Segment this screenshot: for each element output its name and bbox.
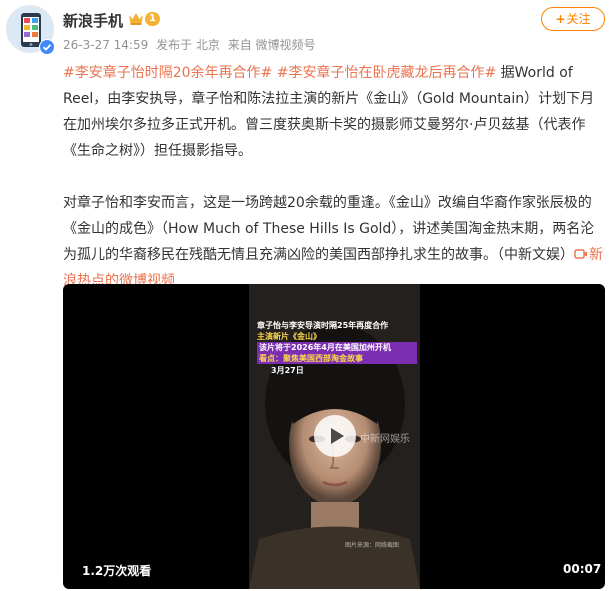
caption-line-1: 章子怡与李安导演时隔25年再度合作: [257, 321, 389, 330]
post-paragraph-2: 对章子怡和李安而言，这是一场跨越20余载的重逢。《金山》改编自华裔作家张辰极的《…: [63, 190, 608, 294]
post-time[interactable]: 26-3-27 14:59: [63, 38, 148, 52]
post-location: 发布于 北京: [156, 38, 220, 52]
follow-button[interactable]: +关注: [541, 7, 605, 31]
verified-badge-icon: [39, 39, 55, 55]
plus-icon: +: [555, 12, 566, 26]
video-duration: 00:07: [563, 562, 602, 576]
topic-link-1[interactable]: #李安章子怡时隔20余年再合作#: [63, 65, 272, 81]
post-header: 新浪手机 1 26-3-27 14:59 发布于 北京 来自 微博视频号 +关注: [0, 0, 613, 60]
video-date-tag: 3月27日: [271, 366, 304, 375]
video-credit: 图片来源：网络截图: [345, 542, 400, 549]
video-link-icon: [574, 249, 587, 259]
video-player[interactable]: 章子怡与李安导演时隔25年再度合作 主演新片《金山》 该片将于2026年4月在美…: [63, 284, 605, 589]
post-paragraph-1: #李安章子怡时隔20余年再合作# #李安章子怡在卧虎藏龙后再合作# 据World…: [63, 60, 608, 164]
paragraph-2-text: 对章子怡和李安而言，这是一场跨越20余载的重逢。《金山》改编自华裔作家张辰极的《…: [63, 195, 595, 263]
follow-label: 关注: [566, 12, 591, 26]
level-badge: 1: [145, 12, 160, 26]
topic-link-2[interactable]: #李安章子怡在卧虎藏龙后再合作#: [277, 65, 496, 81]
crown-icon: [129, 13, 143, 25]
caption-line-4: 看点：聚焦美国西部淘金故事: [257, 353, 417, 364]
video-caption: 章子怡与李安导演时隔25年再度合作 主演新片《金山》 该片将于2026年4月在美…: [257, 320, 417, 364]
caption-line-3: 该片将于2026年4月在美国加州开机: [257, 342, 417, 353]
play-button[interactable]: [314, 415, 356, 457]
video-watermark: 中新网娱乐: [360, 434, 410, 445]
view-count: 1.2万次观看: [82, 564, 152, 578]
author-name[interactable]: 新浪手机: [63, 10, 123, 31]
post-source[interactable]: 来自 微博视频号: [228, 38, 316, 52]
play-icon: [331, 428, 344, 444]
post-meta: 26-3-27 14:59 发布于 北京 来自 微博视频号: [63, 36, 320, 53]
caption-line-2: 主演新片《金山》: [257, 332, 321, 341]
post-content: #李安章子怡时隔20余年再合作# #李安章子怡在卧虎藏龙后再合作# 据World…: [63, 60, 608, 294]
